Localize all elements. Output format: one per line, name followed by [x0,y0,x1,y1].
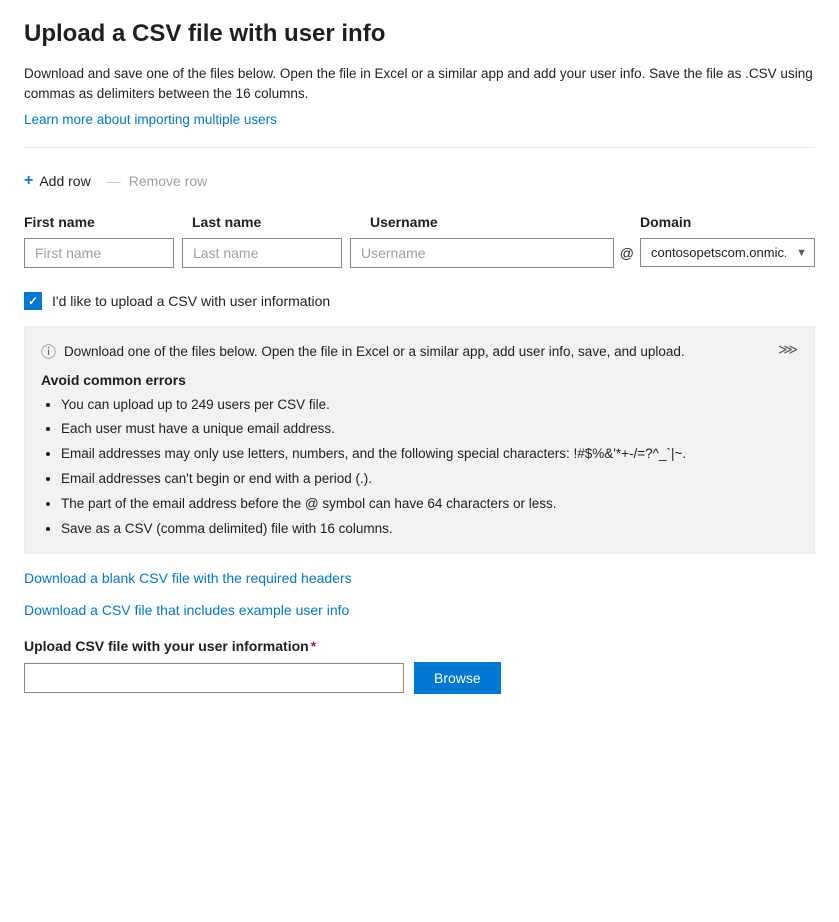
error-item: Save as a CSV (comma delimited) file wit… [61,520,798,539]
page-description: Download and save one of the files below… [24,64,815,105]
section-divider [24,147,815,148]
plus-icon: + [24,172,33,190]
first-name-label: First name [24,214,184,230]
collapse-icon[interactable]: ⋙ [778,341,798,358]
error-item: Email addresses may only use letters, nu… [61,445,798,464]
error-item: The part of the email address before the… [61,495,798,514]
learn-more-link[interactable]: Learn more about importing multiple user… [24,112,277,127]
first-name-input[interactable] [24,238,174,268]
username-label: Username [370,214,610,230]
required-indicator: * [311,638,316,654]
info-box-description: Download one of the files below. Open th… [64,344,685,359]
upload-section: Upload CSV file with your user informati… [24,638,815,694]
info-box-title-row: ⓘ Download one of the files below. Open … [41,341,685,362]
info-box-header: ⓘ Download one of the files below. Open … [41,341,798,362]
row-toolbar: + Add row — Remove row [24,168,815,194]
checkmark-icon: ✓ [28,295,38,307]
domain-select[interactable]: contosopetscom.onmic... [640,238,815,267]
add-row-label: Add row [39,173,90,189]
remove-row-button[interactable]: Remove row [129,169,208,193]
browse-button[interactable]: Browse [414,662,501,694]
info-box: ⓘ Download one of the files below. Open … [24,326,815,554]
last-name-label: Last name [192,214,362,230]
download-blank-csv-link[interactable]: Download a blank CSV file with the requi… [24,570,815,586]
username-input[interactable] [350,238,614,268]
error-item: Email addresses can't begin or end with … [61,470,798,489]
upload-label: Upload CSV file with your user informati… [24,638,815,654]
download-example-csv-link[interactable]: Download a CSV file that includes exampl… [24,602,815,618]
fields-section: First name Last name Username Domain @ c… [24,214,815,268]
domain-wrapper: contosopetscom.onmic... ▼ [640,238,815,267]
page-title: Upload a CSV file with user info [24,20,815,48]
add-row-button[interactable]: + Add row [24,168,99,194]
field-labels-row: First name Last name Username Domain [24,214,815,230]
at-symbol: @ [620,245,634,261]
upload-row: Browse [24,662,815,694]
error-item: Each user must have a unique email addre… [61,420,798,439]
error-list: You can upload up to 249 users per CSV f… [41,396,798,539]
error-item: You can upload up to 249 users per CSV f… [61,396,798,415]
csv-upload-checkbox-section: ✓ I'd like to upload a CSV with user inf… [24,292,815,310]
info-icon: ⓘ [41,341,56,362]
toolbar-separator: — [107,173,121,189]
csv-upload-checkbox-label: I'd like to upload a CSV with user infor… [52,293,330,309]
field-inputs-row: @ contosopetscom.onmic... ▼ [24,238,815,268]
csv-upload-checkbox[interactable]: ✓ [24,292,42,310]
remove-row-label: Remove row [129,173,208,189]
csv-file-input[interactable] [24,663,404,693]
domain-label: Domain [640,214,815,230]
avoid-errors-title: Avoid common errors [41,372,798,388]
last-name-input[interactable] [182,238,342,268]
